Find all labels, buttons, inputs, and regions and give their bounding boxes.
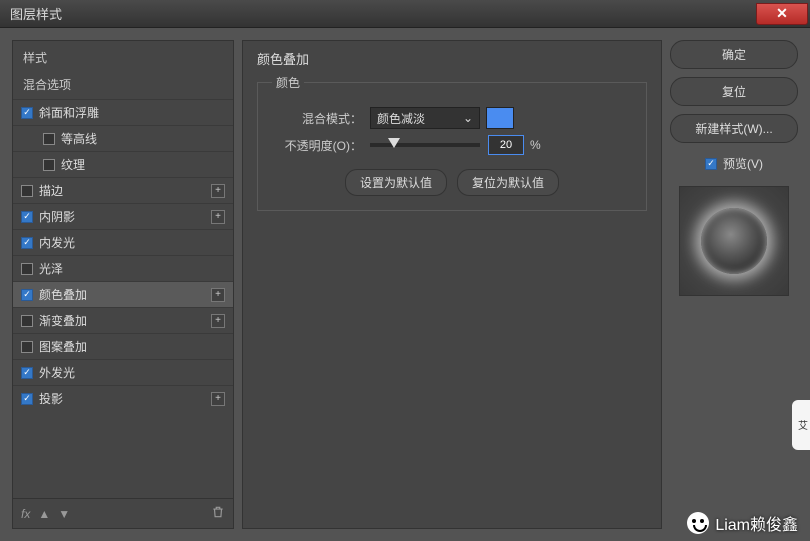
section-title: 颜色叠加	[257, 49, 647, 68]
style-item[interactable]: ✓ 斜面和浮雕	[13, 99, 233, 125]
trash-icon[interactable]	[211, 505, 225, 522]
style-item[interactable]: ✓ 投影 +	[13, 385, 233, 411]
style-item-label: 外发光	[39, 364, 75, 381]
style-item[interactable]: ✓ 颜色叠加 +	[13, 281, 233, 307]
dialog-window: 图层样式 ✕ 样式 混合选项 ✓ 斜面和浮雕等高线纹理描边 + ✓ 内阴影 + ✓ 内发光光泽…	[0, 0, 810, 541]
style-item-label: 斜面和浮雕	[39, 104, 99, 121]
preview-toggle-row: ✓ 预览(V)	[670, 155, 798, 172]
cancel-button[interactable]: 复位	[670, 77, 798, 106]
style-item-label: 图案叠加	[39, 338, 87, 355]
style-item[interactable]: 光泽	[13, 255, 233, 281]
blend-mode-select[interactable]: 颜色减淡 ⌄	[370, 107, 480, 129]
color-swatch[interactable]	[486, 107, 514, 129]
opacity-slider[interactable]	[370, 143, 480, 147]
opacity-row: 不透明度(O)： 20 %	[272, 135, 632, 155]
group-legend: 颜色	[272, 74, 304, 91]
make-default-button[interactable]: 设置为默认值	[345, 169, 447, 196]
style-item-label: 内阴影	[39, 208, 75, 225]
style-item[interactable]: 纹理	[13, 151, 233, 177]
chevron-down-icon: ⌄	[463, 111, 473, 125]
style-checkbox[interactable]: ✓	[21, 237, 33, 249]
arrow-down-icon[interactable]: ▼	[58, 507, 70, 521]
style-item-label: 投影	[39, 390, 63, 407]
plus-icon[interactable]: +	[211, 392, 225, 406]
style-checkbox[interactable]	[21, 341, 33, 353]
styles-list-panel: 样式 混合选项 ✓斜面和浮雕等高线纹理描边+✓内阴影+✓内发光光泽✓颜色叠加+渐…	[12, 40, 234, 529]
plus-icon[interactable]: +	[211, 184, 225, 198]
plus-icon[interactable]: +	[211, 288, 225, 302]
style-item[interactable]: ✓ 内阴影 +	[13, 203, 233, 229]
style-checkbox[interactable]	[21, 185, 33, 197]
style-item-label: 描边	[39, 182, 63, 199]
style-checkbox[interactable]: ✓	[21, 289, 33, 301]
style-checkbox[interactable]: ✓	[21, 393, 33, 405]
preview-checkbox[interactable]: ✓	[705, 158, 717, 170]
style-item-label: 内发光	[39, 234, 75, 251]
preview-thumbnail	[679, 186, 789, 296]
dialog-body: 样式 混合选项 ✓斜面和浮雕等高线纹理描边+✓内阴影+✓内发光光泽✓颜色叠加+渐…	[0, 28, 810, 541]
watermark-text: Liam赖俊鑫	[715, 511, 798, 535]
slider-thumb-icon[interactable]	[388, 138, 400, 148]
blending-options[interactable]: 混合选项	[13, 70, 233, 99]
side-tab[interactable]: 艾	[792, 400, 810, 450]
new-style-button[interactable]: 新建样式(W)...	[670, 114, 798, 143]
style-item-label: 等高线	[61, 130, 97, 147]
watermark: Liam赖俊鑫	[687, 511, 798, 535]
style-item[interactable]: ✓ 内发光	[13, 229, 233, 255]
style-item-label: 颜色叠加	[39, 286, 87, 303]
style-checkbox[interactable]	[43, 159, 55, 171]
style-item[interactable]: 渐变叠加 +	[13, 307, 233, 333]
style-item-label: 纹理	[61, 156, 85, 173]
style-checkbox[interactable]: ✓	[21, 367, 33, 379]
reset-default-button[interactable]: 复位为默认值	[457, 169, 559, 196]
blend-mode-label: 混合模式：	[272, 110, 362, 127]
color-group: 颜色 混合模式： 颜色减淡 ⌄ 不透明度(O)： 20 %	[257, 74, 647, 211]
blend-mode-value: 颜色减淡	[377, 110, 425, 127]
style-item[interactable]: 图案叠加	[13, 333, 233, 359]
blend-mode-row: 混合模式： 颜色减淡 ⌄	[272, 107, 632, 129]
opacity-unit: %	[530, 138, 541, 152]
opacity-label: 不透明度(O)：	[272, 137, 362, 154]
fx-menu-icon[interactable]: fx	[21, 507, 30, 521]
preview-sphere	[701, 208, 767, 274]
style-item[interactable]: ✓ 外发光	[13, 359, 233, 385]
settings-panel: 颜色叠加 颜色 混合模式： 颜色减淡 ⌄ 不透明度(O)： 20	[242, 40, 662, 529]
weibo-icon	[687, 512, 709, 534]
titlebar[interactable]: 图层样式 ✕	[0, 0, 810, 28]
window-title: 图层样式	[10, 4, 62, 23]
plus-icon[interactable]: +	[211, 314, 225, 328]
style-item-label: 光泽	[39, 260, 63, 277]
style-item[interactable]: 描边 +	[13, 177, 233, 203]
style-checkbox[interactable]	[21, 263, 33, 275]
styles-footer: fx ▲ ▼	[13, 498, 233, 528]
action-panel: 确定 复位 新建样式(W)... ✓ 预览(V)	[670, 40, 798, 529]
ok-button[interactable]: 确定	[670, 40, 798, 69]
close-icon: ✕	[776, 5, 788, 22]
style-checkbox[interactable]: ✓	[21, 211, 33, 223]
default-buttons-row: 设置为默认值 复位为默认值	[272, 169, 632, 196]
preview-label: 预览(V)	[723, 155, 763, 172]
style-item-label: 渐变叠加	[39, 312, 87, 329]
style-checkbox[interactable]	[21, 315, 33, 327]
plus-icon[interactable]: +	[211, 210, 225, 224]
style-item[interactable]: 等高线	[13, 125, 233, 151]
style-checkbox[interactable]: ✓	[21, 107, 33, 119]
arrow-up-icon[interactable]: ▲	[38, 507, 50, 521]
style-checkbox[interactable]	[43, 133, 55, 145]
opacity-input[interactable]: 20	[488, 135, 524, 155]
close-button[interactable]: ✕	[756, 3, 808, 25]
styles-header: 样式	[13, 41, 233, 70]
